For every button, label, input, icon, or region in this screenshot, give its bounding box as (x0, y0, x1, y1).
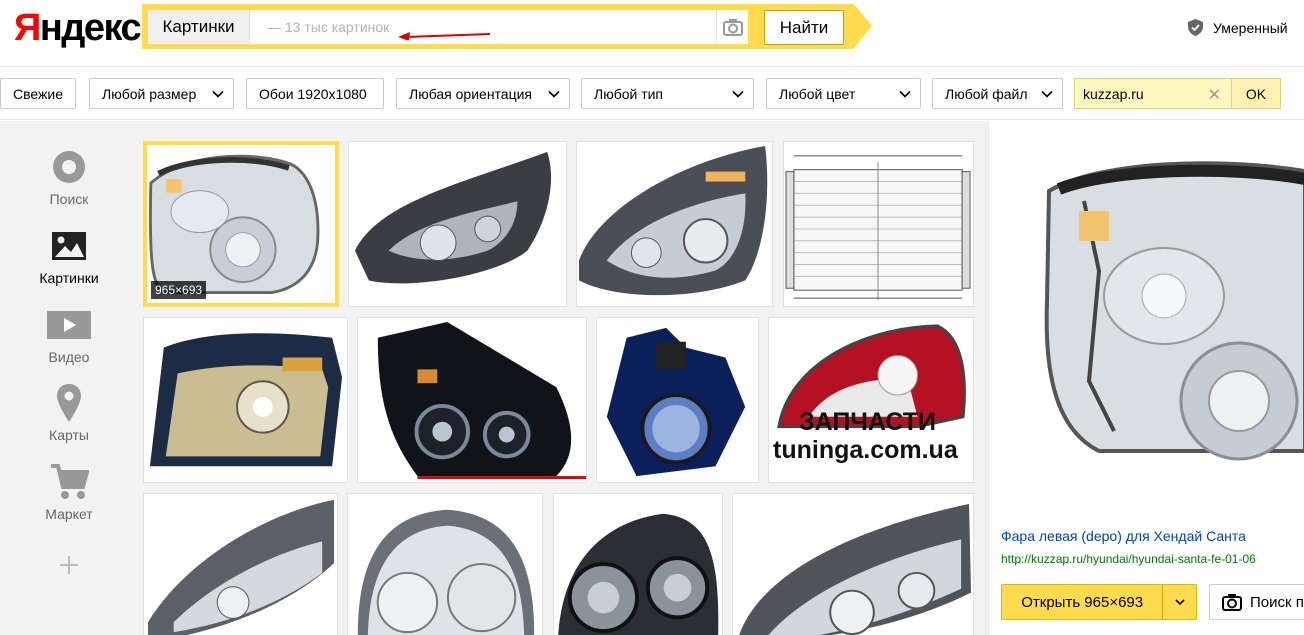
family-filter[interactable]: Умеренный (1188, 19, 1288, 36)
sidebar-item-maps[interactable]: Карты (0, 383, 138, 443)
search-similar-label: Поиск п (1250, 593, 1304, 611)
chevron-down-icon (899, 90, 911, 98)
headlight-image (144, 494, 337, 635)
headlight-image (358, 318, 586, 482)
camera-icon (1222, 594, 1242, 611)
headlight-image (349, 142, 566, 306)
image-size-badge: 965×693 (151, 281, 207, 299)
image-thumb[interactable]: ЗАПЧАСТИ tuninga.com.ua (768, 317, 974, 483)
filter-fresh[interactable]: Свежие (0, 78, 76, 109)
search-circle-icon (45, 147, 93, 187)
video-play-icon (45, 305, 93, 345)
image-thumb[interactable] (596, 317, 759, 483)
headlight-image (144, 318, 347, 482)
filter-size[interactable]: Любой размер (89, 78, 234, 109)
annotation-arrow (398, 32, 491, 40)
sidebar-item-market[interactable]: Маркет (0, 462, 138, 522)
chevron-down-icon (1041, 90, 1053, 98)
image-thumb[interactable] (553, 493, 723, 635)
image-thumb[interactable] (143, 493, 338, 635)
image-thumb[interactable] (732, 493, 974, 635)
site-filter-value: kuzzap.ru (1083, 85, 1144, 102)
image-grid: 965×693 ЗАПЧАСТИ tuninga.com.ua (138, 121, 988, 635)
site-filter-ok-button[interactable]: OK (1231, 78, 1281, 109)
watermark-line2: tuninga.com.ua (773, 436, 958, 464)
image-thumb[interactable] (348, 141, 567, 307)
watermark-line1: ЗАПЧАСТИ (799, 408, 937, 436)
search-service-tab[interactable]: Картинки (148, 10, 250, 44)
sidebar: Поиск Картинки Видео Карты Маркет (0, 121, 138, 635)
headlight-image (348, 494, 542, 635)
image-thumb[interactable] (143, 317, 348, 483)
radiator-drawing-image (784, 142, 973, 306)
preview-panel: Фара левая (depo) для Хендай Санта http:… (988, 121, 1304, 635)
sidebar-item-video[interactable]: Видео (0, 305, 138, 365)
filter-orientation[interactable]: Любая ориентация (396, 78, 570, 109)
family-filter-label: Умеренный (1213, 19, 1288, 36)
map-pin-icon (45, 383, 93, 423)
filter-wallpaper[interactable]: Обои 1920x1080 (246, 78, 384, 109)
preview-source-url[interactable]: http://kuzzap.ru/hyundai/hyundai-santa-f… (1001, 552, 1304, 566)
headlight-image (577, 142, 772, 306)
header: Яндекс Картинки Найти Умеренный (0, 0, 1304, 58)
image-thumb[interactable] (576, 141, 773, 307)
sidebar-item-more[interactable] (0, 545, 138, 589)
sidebar-item-search[interactable]: Поиск (0, 147, 138, 207)
open-image-label: Открыть 965×693 (1021, 593, 1144, 611)
shield-icon (1188, 19, 1203, 36)
chevron-down-icon (732, 90, 744, 98)
preview-title-link[interactable]: Фара левая (depo) для Хендай Санта (1001, 528, 1304, 544)
search-similar-button[interactable]: Поиск п (1209, 584, 1304, 620)
image-icon (45, 226, 93, 266)
clear-icon[interactable]: ✕ (1208, 85, 1221, 105)
chevron-down-icon[interactable] (1162, 585, 1196, 619)
chevron-down-icon (548, 90, 560, 98)
yandex-logo[interactable]: Яндекс (14, 8, 142, 48)
filter-type[interactable]: Любой тип (581, 78, 754, 109)
image-thumb[interactable] (783, 141, 974, 307)
large-preview-image[interactable] (989, 121, 1304, 516)
chevron-down-icon (212, 90, 224, 98)
search-button[interactable]: Найти (764, 10, 844, 45)
filter-bar: Свежие Любой размер Обои 1920x1080 Любая… (0, 66, 1304, 120)
fog-light-image (597, 318, 758, 482)
image-thumb[interactable] (357, 317, 587, 483)
image-thumb[interactable] (347, 493, 543, 635)
filter-color[interactable]: Любой цвет (766, 78, 921, 109)
cart-icon (45, 462, 93, 502)
sidebar-item-images[interactable]: Картинки (0, 226, 138, 286)
search-bar-arrow (854, 4, 872, 48)
open-image-button[interactable]: Открыть 965×693 (1001, 584, 1197, 620)
image-thumb-selected[interactable]: 965×693 (143, 141, 339, 307)
filter-file[interactable]: Любой файл (932, 78, 1063, 109)
plus-icon (45, 545, 93, 585)
headlight-image (147, 145, 335, 303)
camera-search-icon[interactable] (716, 10, 748, 44)
headlight-image (733, 494, 973, 635)
site-filter-input[interactable]: kuzzap.ru ✕ (1074, 78, 1232, 109)
headlight-image (554, 494, 722, 635)
